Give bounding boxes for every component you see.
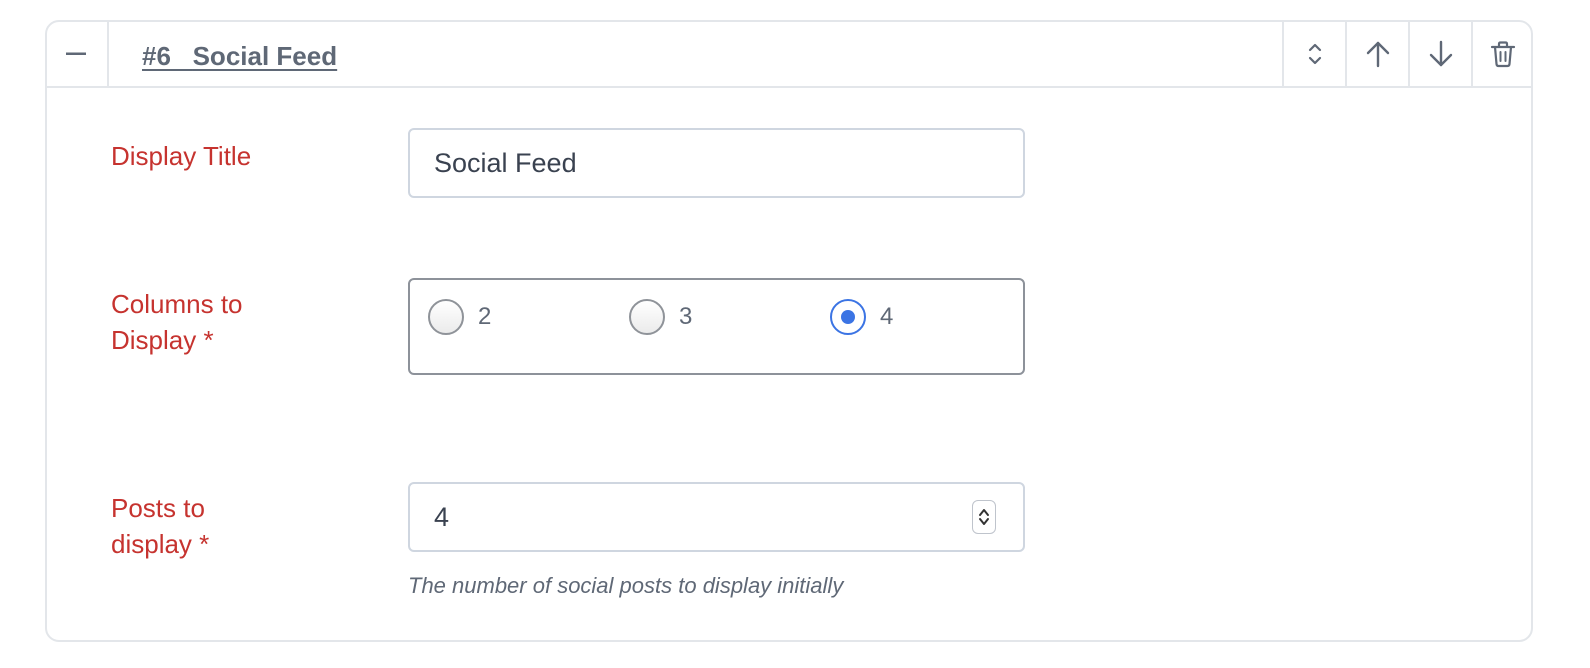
- columns-radio-group: 2 3 4: [408, 278, 1025, 375]
- reorder-toggle-button[interactable]: [1282, 22, 1345, 86]
- posts-label-line2: display *: [111, 529, 210, 559]
- block-panel: #6 Social Feed Display Title Social Feed…: [45, 20, 1533, 642]
- move-up-button[interactable]: [1345, 22, 1408, 86]
- number-stepper[interactable]: [972, 500, 996, 534]
- display-title-input[interactable]: [408, 128, 1025, 198]
- columns-option-3[interactable]: 3: [629, 299, 692, 335]
- move-down-button[interactable]: [1408, 22, 1471, 86]
- chevron-up-down-icon: [1308, 43, 1321, 65]
- arrow-down-icon: [1429, 40, 1452, 67]
- chevron-down-icon: [979, 518, 989, 525]
- minus-icon: [66, 52, 86, 55]
- block-title-link[interactable]: #6 Social Feed: [142, 41, 337, 72]
- radio-dot: [841, 310, 855, 324]
- radio-label: 3: [679, 303, 693, 330]
- posts-number-input[interactable]: [408, 482, 1025, 552]
- radio-circle-selected[interactable]: [830, 299, 866, 335]
- trash-icon: [1490, 41, 1516, 68]
- block-number: #6: [142, 41, 171, 71]
- chevron-up-icon: [979, 509, 989, 516]
- delete-button[interactable]: [1471, 22, 1533, 86]
- columns-label-line1: Columns to: [111, 289, 243, 319]
- columns-label-line2: Display *: [111, 325, 214, 355]
- collapse-button[interactable]: [47, 22, 109, 86]
- radio-circle[interactable]: [428, 299, 464, 335]
- posts-label-line1: Posts to: [111, 493, 205, 523]
- radio-circle[interactable]: [629, 299, 665, 335]
- columns-option-2[interactable]: 2: [428, 299, 491, 335]
- posts-hint: The number of social posts to display in…: [408, 573, 844, 598]
- arrow-up-icon: [1366, 41, 1389, 68]
- radio-label: 4: [880, 303, 894, 330]
- columns-label: Columns to Display *: [111, 286, 311, 358]
- display-title-label: Display Title: [111, 141, 252, 171]
- posts-label: Posts to display *: [111, 490, 311, 562]
- columns-option-4[interactable]: 4: [830, 299, 893, 335]
- block-header: #6 Social Feed: [47, 22, 1531, 88]
- block-title: Social Feed: [192, 41, 338, 71]
- radio-label: 2: [478, 303, 492, 330]
